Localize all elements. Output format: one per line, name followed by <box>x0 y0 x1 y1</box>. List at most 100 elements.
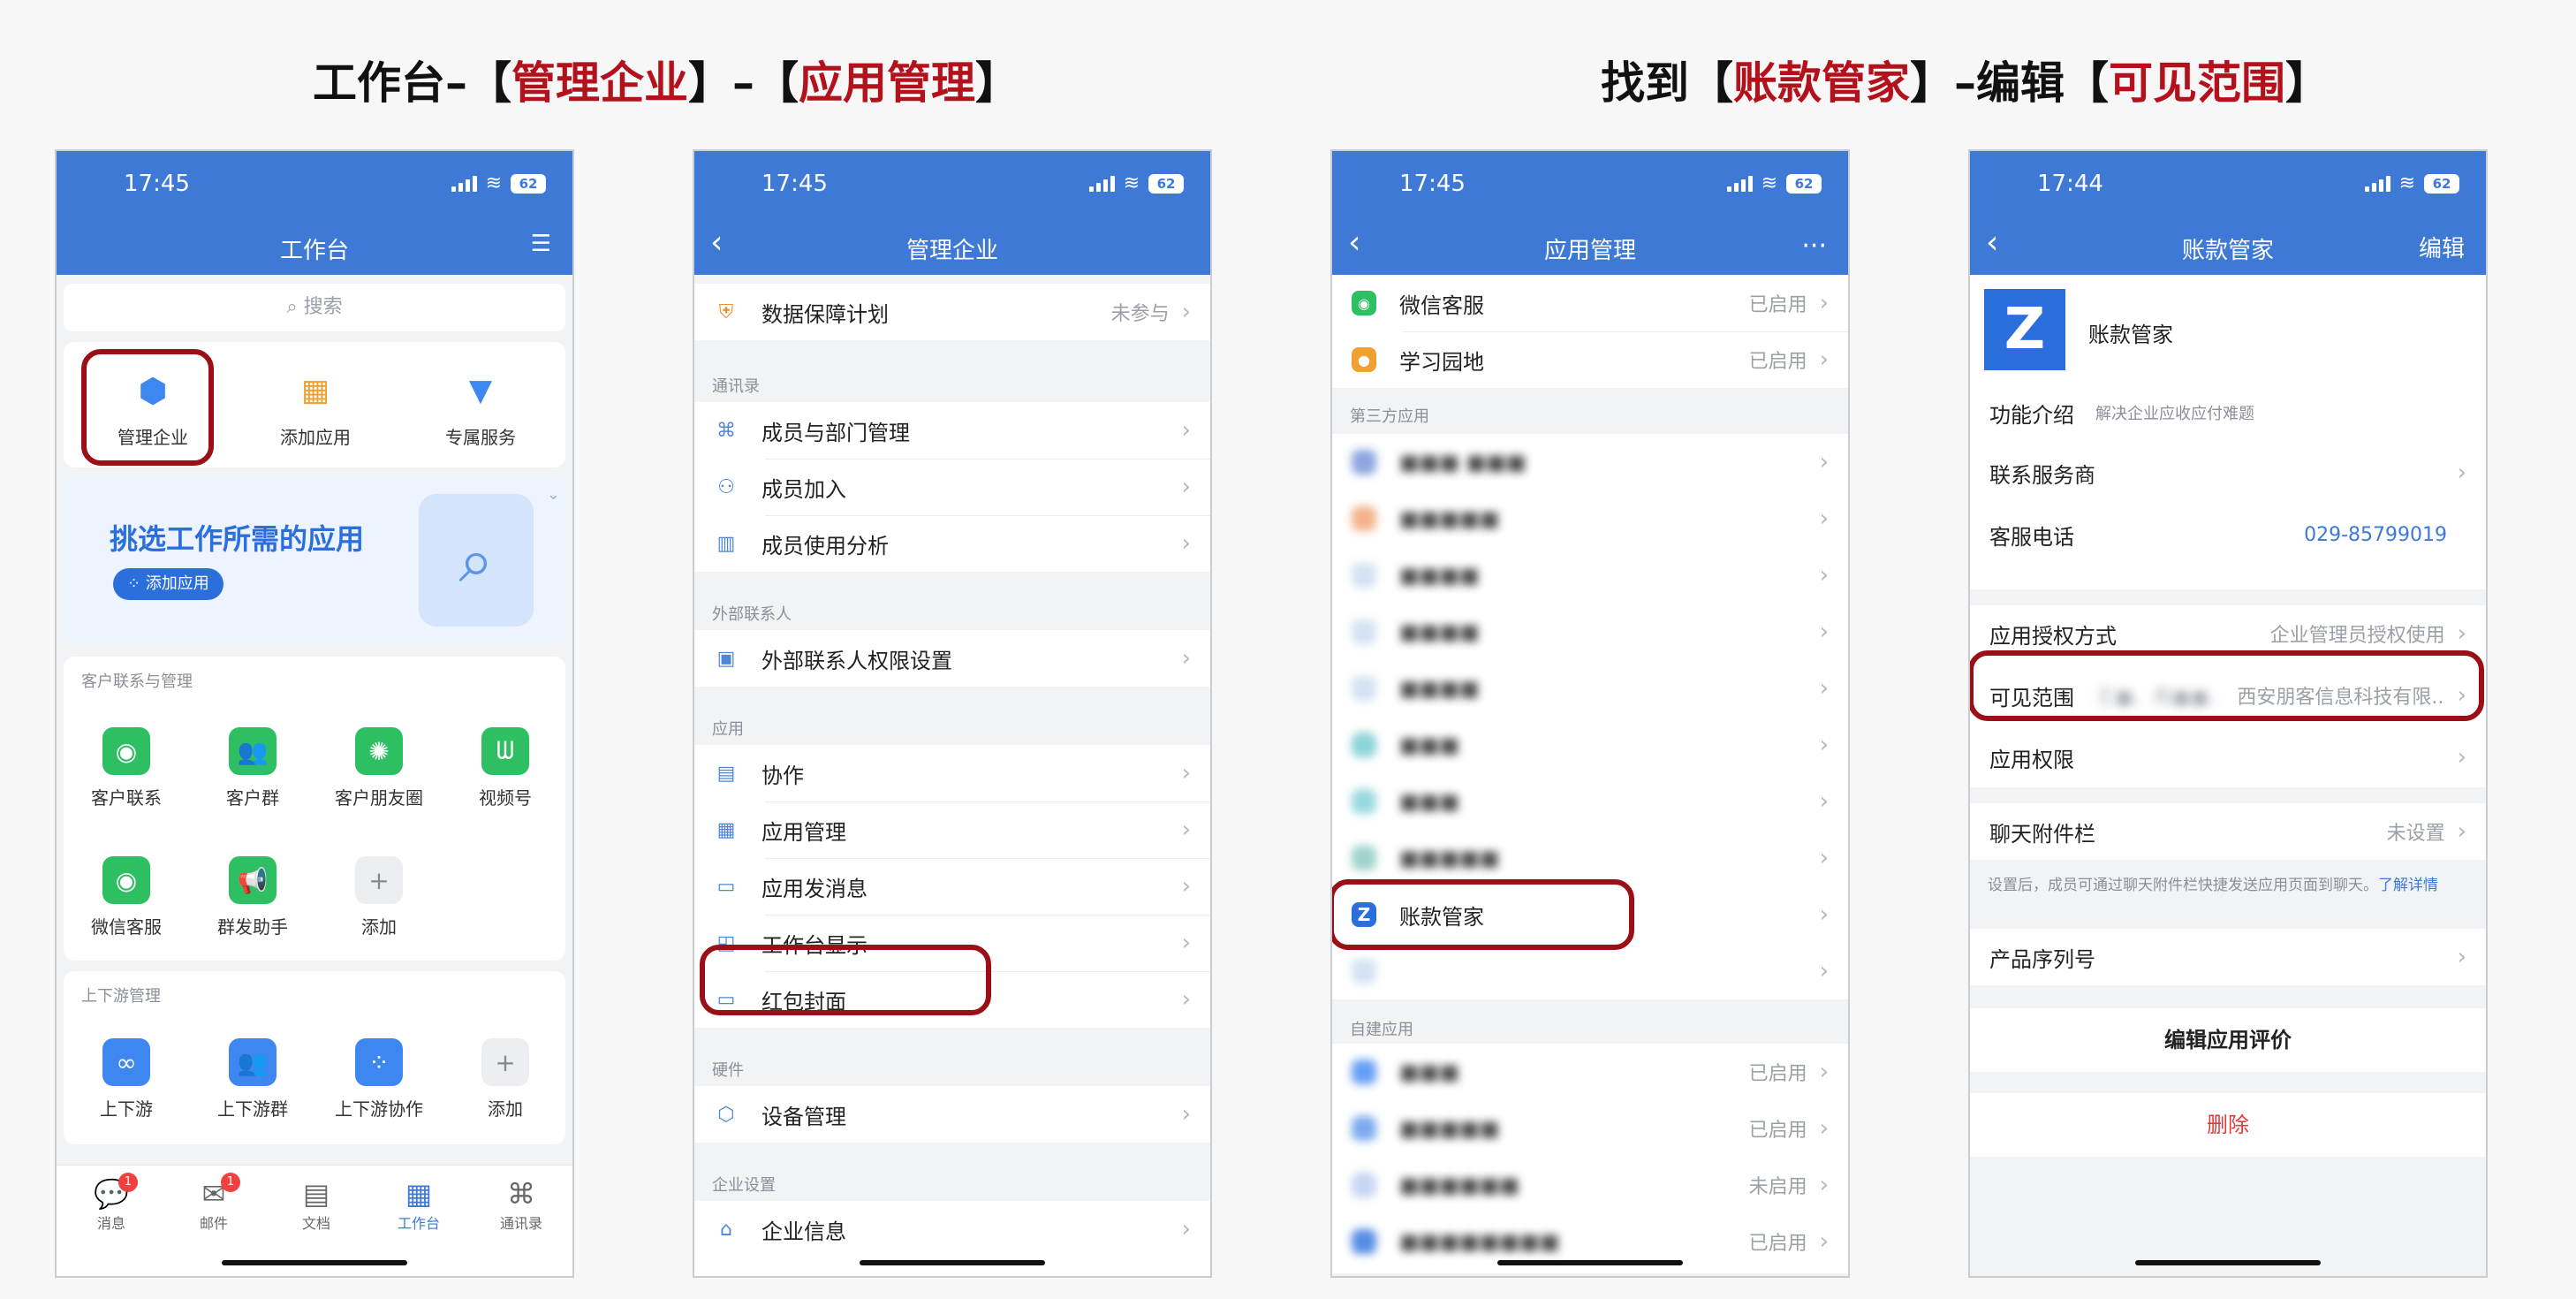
search-input[interactable]: ⌕ 搜索 <box>64 284 565 331</box>
learn-more-link[interactable]: 了解详情 <box>2378 877 2438 894</box>
edit-button[interactable]: 编辑 <box>2419 231 2465 263</box>
wifi-icon: ≋ <box>485 172 502 194</box>
members-departments-row[interactable]: ⌘ 成员与部门管理 › <box>694 402 1210 459</box>
member-usage-row[interactable]: ▥ 成员使用分析 › <box>694 515 1210 572</box>
add-app-button[interactable]: ▦ 添加应用 <box>253 367 378 449</box>
grid-item-add[interactable]: + 添加 <box>316 856 442 938</box>
banner-add-app-button[interactable]: ⁘ 添加应用 <box>113 568 224 600</box>
signal-icon <box>1088 176 1115 192</box>
row-label: 数据保障计划 <box>761 301 889 327</box>
button-label: 删除 <box>2207 1113 2249 1137</box>
serial-number-row[interactable]: 产品序列号 › <box>1970 929 2486 985</box>
attach-note: 设置后，成员可通过聊天附件栏快捷发送应用页面到聊天。了解详情 <box>1988 872 2438 894</box>
app-row-blurred[interactable]: ■■■■ › <box>1332 547 1848 604</box>
grid-item-mass-send[interactable]: 📢 群发助手 <box>190 856 315 938</box>
app-management-row[interactable]: ▦ 应用管理 › <box>694 801 1210 858</box>
data-protection-row[interactable]: ⛨ 数据保障计划 未参与 › <box>694 284 1210 340</box>
edit-review-button[interactable]: 编辑应用评价 <box>1970 1008 2486 1072</box>
tab-workbench[interactable]: ▦ 工作台 <box>375 1176 463 1233</box>
enterprise-info-row[interactable]: ⌂ 企业信息 › <box>694 1201 1210 1257</box>
home-indicator[interactable] <box>2135 1260 2321 1265</box>
apps-grid-icon: ▦ <box>300 373 330 408</box>
home-indicator[interactable] <box>860 1260 1045 1265</box>
grid-item-channels[interactable]: ᗯ 视频号 <box>443 727 568 809</box>
highlight-box <box>700 945 991 1015</box>
section-label: 上下游管理 <box>81 987 161 1006</box>
hardware-group: ⬡ 设备管理 › <box>694 1086 1210 1143</box>
app-icon <box>1352 1229 1376 1254</box>
app-row-blurred[interactable]: › <box>1332 943 1848 999</box>
section-label: 客户联系与管理 <box>81 672 193 691</box>
grid-item-wechat-service[interactable]: ◉ 微信客服 <box>64 856 189 938</box>
more-icon[interactable]: ··· <box>1801 231 1827 262</box>
app-message-row[interactable]: ▭ 应用发消息 › <box>694 858 1210 915</box>
service-phone-row[interactable]: 客服电话 029-85799019 <box>1970 506 2486 563</box>
promo-banner[interactable]: 挑选工作所需的应用 ⁘ 添加应用 ⌕ ⌄ <box>64 478 565 642</box>
chevron-right-icon: › <box>2457 460 2466 486</box>
wifi-icon: ≋ <box>1761 172 1777 194</box>
channels-icon: ᗯ <box>481 727 529 775</box>
app-row-blurred[interactable]: ■■■ › <box>1332 773 1848 830</box>
wechat-icon: ◉ <box>102 856 150 904</box>
exclusive-service-button[interactable]: ▼ 专属服务 <box>418 367 543 449</box>
section-label: 外部联系人 <box>712 605 792 624</box>
self-built-group: ■■■ 已启用 › ■■■■■ 已启用 › ■■■■■■ 未启用 › ■■■■■■■■ 已启用… <box>1332 1044 1848 1273</box>
app-row-learning[interactable]: ● 学习园地 已启用 › <box>1332 331 1848 388</box>
grid-item-moments[interactable]: ✺ 客户朋友圈 <box>316 727 442 809</box>
row-label: ■■■■■ <box>1399 506 1500 531</box>
planet-icon: ● <box>1352 347 1376 372</box>
chat-attachment-row[interactable]: 聊天附件栏 未设置 › <box>1970 803 2486 860</box>
home-indicator[interactable] <box>222 1260 407 1265</box>
tab-label: 工作台 <box>397 1215 440 1232</box>
app-row-wechat-service[interactable]: ◉ 微信客服 已启用 › <box>1332 275 1848 331</box>
contact-provider-row[interactable]: 联系服务商 › <box>1970 444 2486 501</box>
app-row-blurred[interactable]: ■■■ ■■■ › <box>1332 434 1848 490</box>
battery-icon: 62 <box>1786 174 1822 194</box>
item-label: 上下游群 <box>217 1098 288 1120</box>
app-row-blurred[interactable]: ■■■■ › <box>1332 604 1848 660</box>
home-indicator[interactable] <box>1497 1260 1683 1265</box>
tab-docs[interactable]: ▤ 文档 <box>272 1176 360 1233</box>
caption-text: 找到【 <box>1601 57 1733 109</box>
app-row-blurred[interactable]: ■■■ › <box>1332 717 1848 773</box>
people-icon: 👥 <box>229 727 277 775</box>
filter-settings-icon[interactable]: ☰ <box>531 231 551 257</box>
grid-item-add[interactable]: + 添加 <box>443 1038 568 1120</box>
delete-button[interactable]: 删除 <box>1970 1093 2486 1157</box>
app-row-blurred[interactable]: ■■■■ › <box>1332 660 1848 717</box>
app-row-self-built[interactable]: ■■■■■ 已启用 › <box>1332 1100 1848 1157</box>
app-permission-row[interactable]: 应用权限 › <box>1970 729 2486 786</box>
grid-item-upstream[interactable]: ∞ 上下游 <box>64 1038 189 1120</box>
app-row-blurred[interactable]: ■■■■■ › <box>1332 490 1848 547</box>
grid-item-customer-contact[interactable]: ◉ 客户联系 <box>64 727 189 809</box>
app-row-self-built[interactable]: ■■■■■■ 未启用 › <box>1332 1157 1848 1213</box>
member-join-row[interactable]: ⚇ 成员加入 › <box>694 459 1210 515</box>
battery-icon: 62 <box>511 174 546 194</box>
row-value: 企业管理员授权使用 <box>2269 625 2445 647</box>
tab-messages[interactable]: 💬 1 消息 <box>67 1173 155 1233</box>
chevron-right-icon: › <box>1819 346 1829 373</box>
phone-link[interactable]: 029-85799019 <box>2304 524 2447 546</box>
collaboration-row[interactable]: ▤ 协作 › <box>694 745 1210 801</box>
collapse-chevron-icon[interactable]: ⌄ <box>547 485 560 504</box>
phone-app-management: 17:45 ≋ 62 ‹ 应用管理 ··· ◉ 微信客服 已启用 › ● 学习园地 已启用… <box>1330 149 1850 1278</box>
tab-label: 消息 <box>96 1215 125 1232</box>
external-permission-row[interactable]: ▣ 外部联系人权限设置 › <box>694 630 1210 687</box>
app-row-blurred[interactable]: ■■■■■ › <box>1332 830 1848 886</box>
app-icon <box>1352 1173 1376 1197</box>
row-label: ■■■■ <box>1399 563 1480 588</box>
row-label: 外部联系人权限设置 <box>761 648 952 673</box>
tab-mail[interactable]: ✉ 1 邮件 <box>170 1173 258 1233</box>
tab-contacts[interactable]: ⌘ 通讯录 <box>477 1176 565 1233</box>
external-contacts-group: ▣ 外部联系人权限设置 › <box>694 630 1210 687</box>
section-label: 企业设置 <box>712 1176 776 1195</box>
grid-item-customer-group[interactable]: 👥 客户群 <box>190 727 315 809</box>
device-management-row[interactable]: ⬡ 设备管理 › <box>694 1086 1210 1143</box>
row-label: 应用授权方式 <box>1989 623 2117 649</box>
row-label: ■■■■■■■■ <box>1399 1229 1560 1254</box>
grid-item-upstream-group[interactable]: 👥 上下游群 <box>190 1038 315 1120</box>
caption-highlight: 账款管家 <box>1733 57 1910 109</box>
app-row-self-built[interactable]: ■■■ 已启用 › <box>1332 1044 1848 1100</box>
grid-item-upstream-collab[interactable]: ⁘ 上下游协作 <box>316 1038 442 1120</box>
caption-highlight: 管理企业 <box>511 57 688 109</box>
